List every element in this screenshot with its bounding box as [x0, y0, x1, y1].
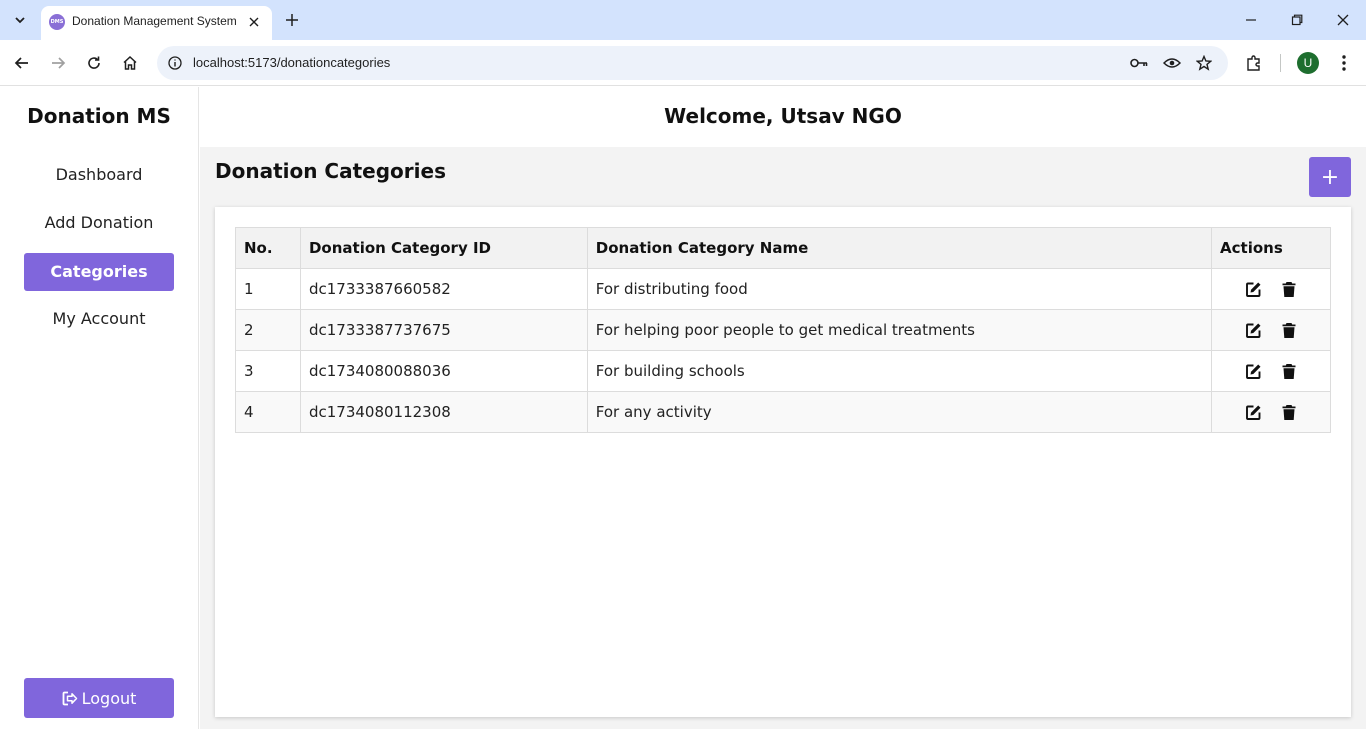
more-vertical-icon: [1342, 55, 1346, 71]
page-title: Donation Categories: [215, 159, 446, 183]
add-category-button[interactable]: +: [1309, 157, 1351, 197]
favicon-icon: DMS: [49, 14, 65, 30]
cell-actions: [1211, 268, 1331, 310]
restore-icon: [1291, 14, 1303, 26]
chevron-down-icon: [15, 17, 25, 24]
restore-button[interactable]: [1281, 4, 1313, 36]
site-info-button[interactable]: [163, 51, 187, 75]
toolbar-separator: [1280, 54, 1281, 72]
cell-no: 4: [235, 391, 301, 433]
new-tab-button[interactable]: [280, 8, 304, 32]
home-icon: [123, 55, 137, 70]
reload-button[interactable]: [80, 49, 108, 77]
cell-actions: [1211, 309, 1331, 351]
bookmark-button[interactable]: [1192, 51, 1216, 75]
logout-icon: [62, 691, 77, 705]
extensions-button[interactable]: [1240, 49, 1268, 77]
cell-actions: [1211, 350, 1331, 392]
cell-name: For distributing food: [586, 268, 1213, 310]
column-header-name: Donation Category Name: [586, 227, 1213, 269]
table-row: 2 dc1733387737675 For helping poor peopl…: [235, 309, 1331, 351]
cell-actions: [1211, 391, 1331, 433]
minimize-button[interactable]: [1235, 4, 1267, 36]
puzzle-icon: [1247, 55, 1260, 71]
cell-name: For any activity: [586, 391, 1213, 433]
key-icon: [1130, 58, 1148, 68]
browser-tab[interactable]: DMS Donation Management System: [41, 6, 272, 40]
sidebar-item-add-donation[interactable]: Add Donation: [24, 204, 174, 242]
welcome-message: Welcome, Utsav NGO: [664, 104, 902, 128]
cell-id: dc1734080088036: [299, 350, 588, 392]
logout-label: Logout: [81, 688, 137, 708]
categories-table: No. Donation Category ID Donation Catego…: [235, 227, 1331, 433]
cell-id: dc1733387660582: [299, 268, 588, 310]
arrow-right-icon: [52, 57, 66, 69]
trash-icon[interactable]: [1280, 280, 1298, 298]
sidebar: Donation MS Dashboard Add Donation Categ…: [0, 87, 199, 729]
view-button[interactable]: [1160, 51, 1184, 75]
logout-button[interactable]: Logout: [24, 678, 174, 718]
table-row: 3 dc1734080088036 For building schools: [235, 350, 1331, 392]
tab-search-button[interactable]: [6, 6, 34, 34]
edit-icon[interactable]: [1244, 321, 1262, 339]
minimize-icon: [1246, 19, 1256, 21]
column-header-actions: Actions: [1211, 227, 1331, 269]
tab-close-button[interactable]: [244, 12, 264, 32]
address-bar[interactable]: localhost:5173/donationcategories: [157, 46, 1228, 80]
table-row: 1 dc1733387660582 For distributing food: [235, 268, 1331, 310]
edit-icon[interactable]: [1244, 362, 1262, 380]
top-header: Welcome, Utsav NGO: [200, 87, 1366, 147]
browser-menu-button[interactable]: [1330, 49, 1358, 77]
table-header-row: No. Donation Category ID Donation Catego…: [235, 227, 1331, 269]
cell-name: For building schools: [586, 350, 1213, 392]
sidebar-item-categories[interactable]: Categories: [24, 253, 174, 291]
column-header-id: Donation Category ID: [299, 227, 588, 269]
browser-tabbar: DMS Donation Management System: [0, 0, 1366, 40]
column-header-no: No.: [235, 227, 301, 269]
cell-no: 2: [235, 309, 301, 351]
profile-avatar[interactable]: U: [1297, 52, 1319, 74]
star-icon: [1196, 55, 1212, 71]
info-icon: [168, 56, 182, 70]
plus-icon: [286, 14, 298, 26]
edit-icon[interactable]: [1244, 403, 1262, 421]
edit-icon[interactable]: [1244, 280, 1262, 298]
cell-name: For helping poor people to get medical t…: [586, 309, 1213, 351]
eye-icon: [1163, 58, 1181, 68]
main-content: Donation Categories + No. Donation Categ…: [200, 147, 1366, 729]
close-icon: [249, 17, 259, 27]
sidebar-item-my-account[interactable]: My Account: [24, 300, 174, 338]
forward-button[interactable]: [44, 49, 72, 77]
reload-icon: [88, 56, 100, 69]
trash-icon[interactable]: [1280, 362, 1298, 380]
home-button[interactable]: [116, 49, 144, 77]
cell-no: 3: [235, 350, 301, 392]
cell-no: 1: [235, 268, 301, 310]
close-icon: [1337, 14, 1349, 26]
table-row: 4 dc1734080112308 For any activity: [235, 391, 1331, 433]
back-button[interactable]: [8, 49, 36, 77]
trash-icon[interactable]: [1280, 321, 1298, 339]
categories-card: No. Donation Category ID Donation Catego…: [215, 207, 1351, 717]
trash-icon[interactable]: [1280, 403, 1298, 421]
password-key-button[interactable]: [1127, 51, 1151, 75]
close-window-button[interactable]: [1327, 4, 1359, 36]
browser-toolbar: localhost:5173/donationcategories U: [0, 40, 1366, 86]
url-text: localhost:5173/donationcategories: [193, 55, 391, 70]
cell-id: dc1733387737675: [299, 309, 588, 351]
arrow-left-icon: [14, 57, 28, 69]
cell-id: dc1734080112308: [299, 391, 588, 433]
sidebar-item-dashboard[interactable]: Dashboard: [24, 156, 174, 194]
tab-title: Donation Management System: [72, 14, 237, 28]
brand-title: Donation MS: [27, 104, 171, 128]
